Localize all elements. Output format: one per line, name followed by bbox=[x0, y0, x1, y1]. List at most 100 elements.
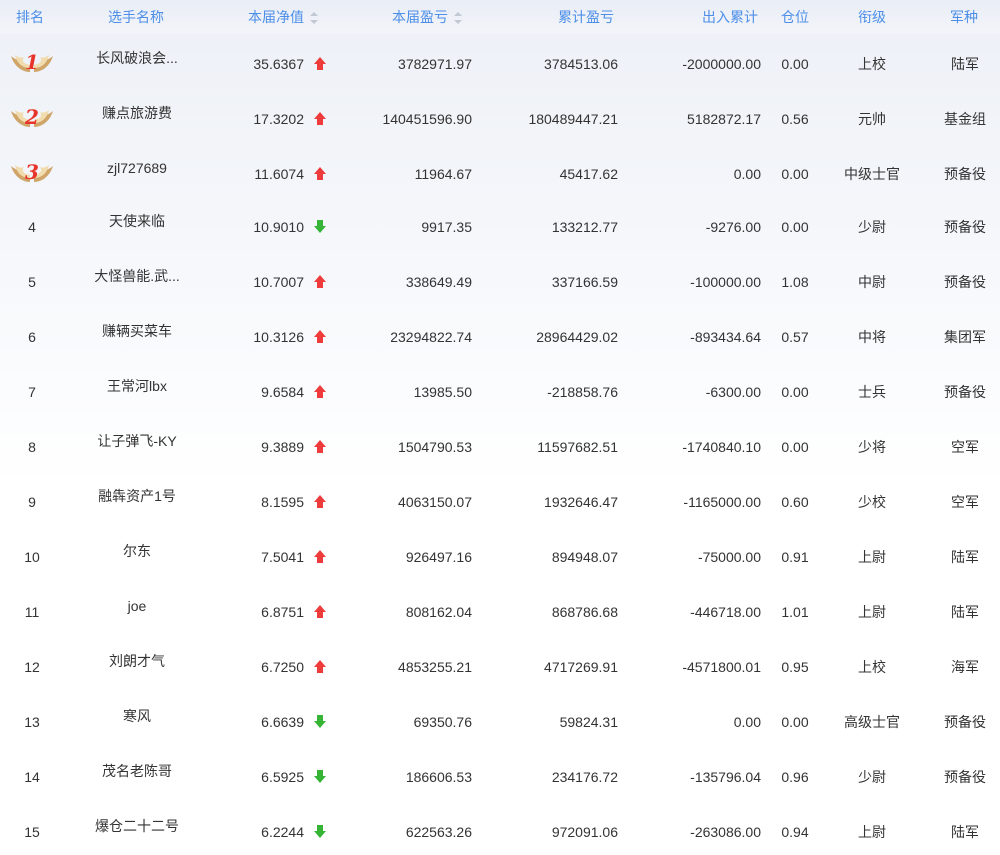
cumulative-pl: 972091.06 bbox=[551, 824, 618, 840]
arrow-up-icon bbox=[314, 660, 326, 674]
player-name[interactable]: 寒风 bbox=[76, 706, 198, 726]
player-name[interactable]: 让子弹飞-KY bbox=[76, 431, 198, 451]
player-name[interactable]: 茂名老陈哥 bbox=[76, 761, 198, 781]
arm: 预备役 bbox=[944, 166, 986, 182]
trend-indicator bbox=[312, 822, 328, 842]
player-name[interactable]: 大怪兽能.武... bbox=[76, 266, 198, 286]
position: 0.00 bbox=[781, 439, 809, 455]
position: 0.60 bbox=[781, 494, 809, 510]
header-period-pl[interactable]: 本届盈亏 bbox=[392, 0, 462, 34]
cash-flow: -9276.00 bbox=[705, 219, 761, 235]
table-row[interactable]: 7 王常河lbx 9.6584 13985.50 -218858.76 -6300.00 0… bbox=[0, 364, 1000, 419]
header-arm[interactable]: 军种 bbox=[950, 0, 978, 34]
table-row[interactable]: 10 尔东 7.5041 926497.16 894948.07 -75000.00 0.9… bbox=[0, 529, 1000, 584]
laurel-medal-icon: 2 bbox=[8, 101, 56, 135]
header-player-name[interactable]: 选手名称 bbox=[108, 0, 164, 34]
table-row[interactable]: 12 刘朗才气 6.7250 4853255.21 4717269.91 -4571800… bbox=[0, 639, 1000, 694]
cumulative-pl: 59824.31 bbox=[559, 714, 618, 730]
player-name[interactable]: 融犇资产1号 bbox=[76, 486, 198, 506]
player-name[interactable]: 爆仓二十二号 bbox=[76, 816, 198, 836]
position: 0.00 bbox=[781, 166, 809, 182]
player-name[interactable]: 刘朗才气 bbox=[76, 651, 198, 671]
header-cumulative-pl[interactable]: 累计盈亏 bbox=[558, 0, 614, 34]
header-nav[interactable]: 本届净值 bbox=[248, 0, 318, 34]
cumulative-pl: 234176.72 bbox=[551, 769, 618, 785]
cumulative-pl: 1932646.47 bbox=[544, 494, 618, 510]
medal-rank-number: 1 bbox=[25, 50, 39, 74]
player-name[interactable]: 王常河lbx bbox=[76, 376, 198, 396]
arrow-up-icon bbox=[314, 605, 326, 619]
player-name[interactable]: 赚辆买菜车 bbox=[76, 321, 198, 341]
table-row[interactable]: 2 赚点旅游费 17.3202 140451596.90 180489447.21 518… bbox=[0, 89, 1000, 144]
arm: 预备役 bbox=[944, 714, 986, 730]
position: 0.94 bbox=[781, 824, 809, 840]
table-row[interactable]: 13 寒风 6.6639 69350.76 59824.31 0.00 0.00 高级士官 预备… bbox=[0, 694, 1000, 749]
rank-number: 8 bbox=[28, 439, 36, 455]
period-pl: 622563.26 bbox=[405, 824, 472, 840]
header-rank[interactable]: 排名 bbox=[16, 0, 44, 34]
position: 0.00 bbox=[781, 384, 809, 400]
table-row[interactable]: 9 融犇资产1号 8.1595 4063150.07 1932646.47 -116500… bbox=[0, 474, 1000, 529]
table-row[interactable]: 14 茂名老陈哥 6.5925 186606.53 234176.72 -135796.0… bbox=[0, 749, 1000, 804]
position: 1.08 bbox=[781, 274, 809, 290]
period-pl: 140451596.90 bbox=[382, 111, 472, 127]
position: 0.57 bbox=[781, 329, 809, 345]
cumulative-pl: 11597682.51 bbox=[537, 439, 618, 455]
player-name[interactable]: 长风破浪会... bbox=[76, 48, 198, 68]
arrow-up-icon bbox=[314, 495, 326, 509]
period-pl: 4853255.21 bbox=[398, 659, 472, 675]
table-row[interactable]: 6 赚辆买菜车 10.3126 23294822.74 28964429.02 -8934… bbox=[0, 309, 1000, 364]
rank-number: 7 bbox=[28, 384, 36, 400]
player-name[interactable]: zjl727689 bbox=[76, 158, 198, 178]
arrow-up-icon bbox=[314, 550, 326, 564]
arm: 集团军 bbox=[944, 329, 986, 345]
grade: 中级士官 bbox=[844, 166, 900, 182]
nav-value: 17.3202 bbox=[253, 111, 304, 127]
player-name[interactable]: 天使来临 bbox=[76, 211, 198, 231]
grade: 上校 bbox=[858, 56, 886, 72]
arm: 基金组 bbox=[944, 111, 986, 127]
position: 0.96 bbox=[781, 769, 809, 785]
table-row[interactable]: 8 让子弹飞-KY 9.3889 1504790.53 11597682.51 -1740… bbox=[0, 419, 1000, 474]
rank-number: 9 bbox=[28, 494, 36, 510]
cash-flow: -2000000.00 bbox=[682, 56, 761, 72]
grade: 少尉 bbox=[858, 219, 886, 235]
rank-medal: 1 bbox=[0, 50, 64, 74]
table-row[interactable]: 1 长风破浪会... 35.6367 3782971.97 3784513.06 -200… bbox=[0, 34, 1000, 89]
cash-flow: -263086.00 bbox=[690, 824, 761, 840]
position: 1.01 bbox=[781, 604, 809, 620]
grade: 元帅 bbox=[858, 111, 886, 127]
rank-medal: 3 bbox=[0, 160, 64, 184]
cash-flow: -4571800.01 bbox=[682, 659, 761, 675]
table-row[interactable]: 11 joe 6.8751 808162.04 868786.68 -446718.00 1… bbox=[0, 584, 1000, 639]
sort-icon[interactable] bbox=[454, 12, 462, 25]
player-name[interactable]: joe bbox=[76, 596, 198, 616]
player-name[interactable]: 尔东 bbox=[76, 541, 198, 561]
nav-value: 10.3126 bbox=[253, 329, 304, 345]
header-period-pl-label: 本届盈亏 bbox=[392, 9, 448, 25]
header-cash-flow[interactable]: 出入累计 bbox=[702, 0, 758, 34]
trend-indicator bbox=[312, 712, 328, 732]
table-body: 1 长风破浪会... 35.6367 3782971.97 3784513.06 -200… bbox=[0, 34, 1000, 855]
arrow-up-icon bbox=[314, 112, 326, 126]
arrow-up-icon bbox=[314, 167, 326, 181]
grade: 士兵 bbox=[858, 384, 886, 400]
header-grade[interactable]: 衔级 bbox=[858, 0, 886, 34]
period-pl: 23294822.74 bbox=[390, 329, 472, 345]
arrow-up-icon bbox=[314, 57, 326, 71]
header-position[interactable]: 仓位 bbox=[781, 0, 809, 34]
sort-icon[interactable] bbox=[310, 12, 318, 25]
nav-value: 6.2244 bbox=[261, 824, 304, 840]
grade: 少将 bbox=[858, 439, 886, 455]
table-row[interactable]: 5 大怪兽能.武... 10.7007 338649.49 337166.59 -1000… bbox=[0, 254, 1000, 309]
period-pl: 808162.04 bbox=[405, 604, 472, 620]
table-row[interactable]: 3 zjl727689 11.6074 11964.67 45417.62 0.00 0.0… bbox=[0, 144, 1000, 199]
nav-value: 6.8751 bbox=[261, 604, 304, 620]
table-row[interactable]: 15 爆仓二十二号 6.2244 622563.26 972091.06 -263086.… bbox=[0, 804, 1000, 855]
grade: 中尉 bbox=[858, 274, 886, 290]
table-row[interactable]: 4 天使来临 10.9010 9917.35 133212.77 -9276.00 0.00… bbox=[0, 199, 1000, 254]
position: 0.00 bbox=[781, 56, 809, 72]
player-name[interactable]: 赚点旅游费 bbox=[76, 103, 198, 123]
leaderboard-table: 排名 选手名称 本届净值 本届盈亏 累计盈亏 出入累计 仓位 衔级 军种 1 长风… bbox=[0, 0, 1000, 855]
trend-indicator bbox=[312, 382, 328, 402]
